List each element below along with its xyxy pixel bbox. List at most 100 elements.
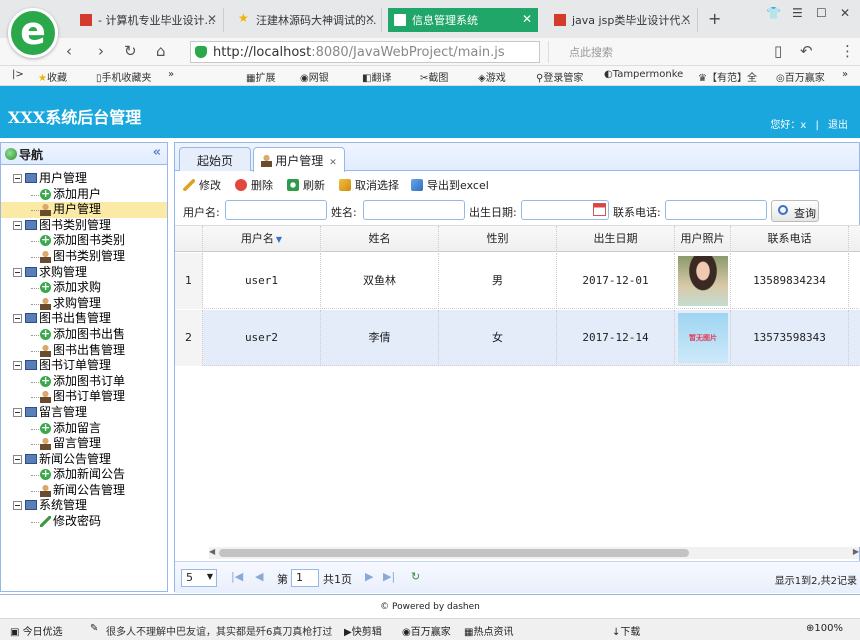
sidebar-group[interactable]: 求购管理 [1, 265, 167, 281]
phone-icon[interactable]: ▯ [774, 42, 782, 60]
skin-icon[interactable]: 👕 [766, 6, 781, 20]
sidebar-group[interactable]: 留言管理 [1, 405, 167, 421]
bookmark-item[interactable]: ◉网银 [300, 69, 329, 84]
zoom-level[interactable]: ⊕100% [806, 623, 843, 634]
horizontal-scrollbar[interactable]: ◀ ▶ [209, 547, 859, 559]
tab-home[interactable]: 起始页 [179, 147, 251, 171]
sidebar-group[interactable]: 新闻公告管理 [1, 452, 167, 468]
undo-icon[interactable]: ↶ [800, 42, 813, 60]
status-item[interactable]: ↓下载 [612, 623, 640, 638]
close-tab-icon[interactable]: ✕ [681, 12, 691, 26]
maximize-icon[interactable]: ☐ [816, 6, 827, 20]
expand-toggle-icon[interactable] [13, 220, 22, 230]
bookmark-item[interactable]: ⚲登录管家 [536, 69, 583, 84]
collapse-icon[interactable]: « [153, 145, 161, 160]
delete-button[interactable]: 删除 [235, 177, 273, 193]
home-icon[interactable]: ⌂ [156, 42, 166, 60]
bookmark-item[interactable]: ◎百万赢家 [776, 69, 825, 84]
sidebar-item[interactable]: 图书类别管理 [1, 249, 167, 265]
bookmark-more[interactable]: » [168, 69, 174, 80]
table-row[interactable]: 2 user2 李倩 女 2017-12-14 暂无图片 13573598343 [175, 310, 860, 366]
query-button[interactable]: 查询 [771, 200, 819, 222]
browser-tab-2[interactable]: ★ 汪建林源码大神调试的... ✕ [232, 8, 382, 32]
birth-date-input[interactable] [521, 200, 609, 220]
bookmark-item[interactable]: ♛【有范】全 [698, 69, 757, 84]
prev-page-icon[interactable]: ◀ [255, 570, 263, 583]
sidebar-item[interactable]: 添加图书出售 [1, 326, 167, 343]
bookmark-item[interactable]: ◧翻译 [362, 69, 391, 84]
pin-icon[interactable]: ✎ [90, 623, 98, 634]
sidebar-item[interactable]: 图书订单管理 [1, 389, 167, 405]
close-window-icon[interactable]: ✕ [840, 6, 850, 20]
reload-icon[interactable]: ↻ [124, 42, 137, 60]
expand-toggle-icon[interactable] [13, 454, 22, 464]
refresh-icon[interactable]: ↻ [411, 570, 420, 583]
column-header-birth[interactable]: 出生日期 [557, 226, 675, 252]
expand-toggle-icon[interactable] [13, 501, 22, 511]
sidebar-group[interactable]: 系统管理 [1, 498, 167, 514]
sidebar-item[interactable]: 添加求购 [1, 279, 167, 296]
bookmark-item[interactable]: ▯手机收藏夹 [96, 69, 152, 84]
column-header-gender[interactable]: 性别 [439, 226, 557, 252]
status-item[interactable]: ◉百万赢家 [402, 623, 451, 638]
browser-logo-icon[interactable] [8, 8, 58, 58]
bookmark-item[interactable]: ▦扩展 [246, 69, 275, 84]
export-excel-button[interactable]: 导出到excel [411, 177, 489, 193]
sidebar-item[interactable]: 新闻公告管理 [1, 483, 167, 499]
search-input[interactable]: 点此搜索 [548, 41, 758, 63]
forward-icon[interactable]: › [98, 42, 104, 60]
close-tab-icon[interactable]: ✕ [329, 158, 337, 168]
bookmark-more[interactable]: » [842, 69, 848, 80]
column-header-username[interactable]: 用户名 ▼ [203, 226, 321, 252]
page-number-input[interactable]: 1 [291, 569, 319, 587]
phone-input[interactable] [665, 200, 767, 220]
browser-tab-4[interactable]: java jsp类毕业设计代... ✕ [548, 8, 698, 32]
menu-icon[interactable]: ☰ [792, 6, 803, 20]
new-tab-icon[interactable]: + [708, 9, 721, 28]
page-size-select[interactable]: 5 [181, 569, 217, 587]
sidebar-toggle-icon[interactable]: |> [12, 69, 24, 80]
table-row[interactable]: 1 user1 双鱼林 男 2017-12-01 13589834234 [175, 253, 860, 309]
sidebar-item[interactable]: 留言管理 [1, 436, 167, 452]
sidebar-item[interactable]: 添加用户 [1, 186, 167, 203]
scrollbar-thumb[interactable] [219, 549, 689, 557]
calendar-icon[interactable] [593, 203, 606, 216]
bookmark-item[interactable]: ★收藏 [38, 69, 67, 84]
sidebar-group[interactable]: 用户管理 [1, 171, 167, 187]
bookmark-item[interactable]: ◈游戏 [478, 69, 506, 84]
first-page-icon[interactable]: |◀ [231, 570, 243, 583]
sidebar-item[interactable]: 图书出售管理 [1, 343, 167, 359]
bookmark-item[interactable]: ✂截图 [420, 69, 448, 84]
expand-toggle-icon[interactable] [13, 361, 22, 371]
sidebar-group[interactable]: 图书订单管理 [1, 358, 167, 374]
expand-toggle-icon[interactable] [13, 314, 22, 324]
column-header-photo[interactable]: 用户照片 [675, 226, 731, 252]
next-page-icon[interactable]: ▶ [365, 570, 373, 583]
sidebar-item[interactable]: 添加新闻公告 [1, 466, 167, 483]
sidebar-item[interactable]: 添加图书订单 [1, 373, 167, 390]
tab-user-management[interactable]: 用户管理 ✕ [253, 147, 345, 172]
status-item[interactable]: ▦热点资讯 [464, 623, 513, 638]
sidebar-item[interactable]: 修改密码 [1, 514, 167, 530]
expand-toggle-icon[interactable] [13, 174, 22, 183]
last-page-icon[interactable]: ▶| [383, 570, 395, 583]
username-input[interactable] [225, 200, 327, 220]
sidebar-item[interactable]: 用户管理 [1, 202, 167, 218]
column-header-phone[interactable]: 联系电话 [731, 226, 849, 252]
sidebar-item[interactable]: 添加留言 [1, 420, 167, 437]
refresh-button[interactable]: 刷新 [287, 177, 325, 193]
sidebar-group[interactable]: 图书出售管理 [1, 311, 167, 327]
status-item[interactable]: ▶快剪辑 [344, 623, 382, 638]
expand-toggle-icon[interactable] [13, 407, 22, 417]
news-ticker[interactable]: 很多人不理解中巴友谊，其实都是歼6真刀真枪打过 [106, 623, 332, 638]
close-tab-icon[interactable]: ✕ [365, 12, 375, 26]
browser-tab-1[interactable]: - 计算机专业毕业设计... ✕ [74, 8, 224, 32]
more-icon[interactable]: ⋮ [840, 42, 855, 60]
column-header-name[interactable]: 姓名 [321, 226, 439, 252]
sidebar-item[interactable]: 求购管理 [1, 296, 167, 312]
close-tab-icon[interactable]: ✕ [522, 12, 532, 26]
back-icon[interactable]: ‹ [66, 42, 72, 60]
sidebar-item[interactable]: 添加图书类别 [1, 232, 167, 249]
today-picks[interactable]: ▣ 今日优选 [10, 623, 63, 638]
cancel-select-button[interactable]: 取消选择 [339, 177, 399, 193]
